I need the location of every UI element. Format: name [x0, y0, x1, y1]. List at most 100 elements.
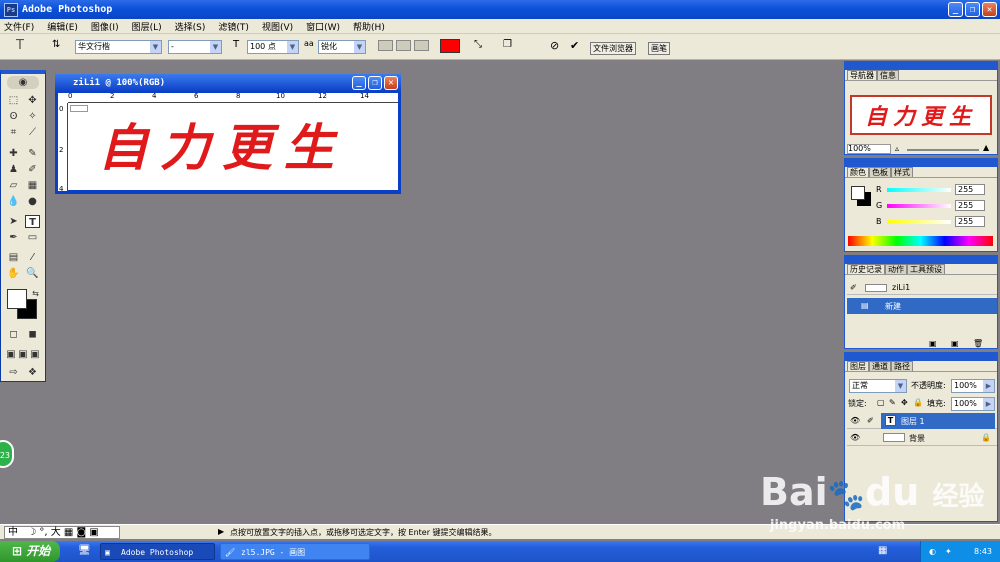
hand-tool-icon[interactable]: ✋ — [6, 267, 21, 280]
vertical-ruler[interactable]: 0 2 4 — [58, 93, 68, 193]
magic-wand-icon[interactable]: ✧ — [25, 110, 40, 123]
dodge-tool-icon[interactable]: ● — [25, 195, 40, 208]
doc-maximize-button[interactable]: ❐ — [368, 76, 382, 90]
ruler-origin[interactable] — [58, 93, 68, 103]
antialias-select[interactable]: 锐化 ▼ — [318, 40, 366, 54]
tab-file-browser[interactable]: 文件浏览器 — [590, 42, 636, 55]
zoom-tool-icon[interactable]: 🔍 — [25, 267, 40, 280]
tab-history[interactable]: 历史记录 — [847, 264, 885, 274]
g-slider[interactable] — [887, 204, 951, 208]
lock-transparent-icon[interactable]: ▢ — [877, 398, 885, 407]
r-value[interactable]: 255 — [955, 184, 985, 195]
layer-row[interactable]: 👁 背景 🔒 — [847, 430, 997, 446]
document-window[interactable]: ziLi1 @ 100%(RGB) _ ❐ ✕ 0 2 4 6 8 10 12 … — [55, 74, 401, 194]
blur-tool-icon[interactable]: 💧 — [6, 195, 21, 208]
menu-file[interactable]: 文件(F) — [4, 20, 34, 33]
menu-window[interactable]: 窗口(W) — [306, 20, 340, 33]
marquee-tool-icon[interactable]: ⬚ — [6, 94, 21, 107]
standard-mode-icon[interactable]: ◻ — [6, 328, 21, 341]
tab-tool-presets[interactable]: 工具预设 — [907, 264, 945, 274]
layer-name[interactable]: 图层 1 — [901, 416, 925, 427]
tab-color[interactable]: 颜色 — [847, 167, 869, 177]
layer-name[interactable]: 背景 — [909, 433, 925, 444]
tab-channels[interactable]: 通道 — [869, 361, 891, 371]
tab-styles[interactable]: 样式 — [891, 167, 913, 177]
crop-tool-icon[interactable]: ⌗ — [6, 126, 21, 139]
lock-position-icon[interactable]: ✥ — [901, 398, 908, 407]
menu-help[interactable]: 帮助(H) — [353, 20, 385, 33]
zoom-field[interactable]: 100% — [847, 144, 891, 154]
align-center-icon[interactable] — [396, 40, 411, 51]
clone-stamp-icon[interactable]: ♟ — [6, 163, 21, 176]
start-button[interactable]: ⊞ 开始 — [0, 541, 60, 562]
menu-edit[interactable]: 编辑(E) — [47, 20, 78, 33]
zoom-in-icon[interactable]: ▲ — [983, 143, 989, 152]
quick-mask-icon[interactable]: ◼ — [25, 328, 40, 341]
tab-swatches[interactable]: 色板 — [869, 167, 891, 177]
lasso-tool-icon[interactable]: ʘ — [6, 110, 21, 123]
foreground-color-chip[interactable] — [851, 186, 865, 200]
font-family-select[interactable]: 华文行楷 ▼ — [75, 40, 162, 54]
new-document-icon[interactable]: ▣ — [929, 339, 937, 348]
ime-mode[interactable]: 中 — [8, 527, 18, 538]
commit-edit-icon[interactable]: ✔ — [570, 39, 579, 52]
shape-tool-icon[interactable]: ▭ — [25, 231, 40, 244]
palettes-icon[interactable]: ❐ — [503, 39, 512, 50]
taskbar-task-paint[interactable]: 🖌 zl5.JPG - 画图 — [220, 543, 370, 560]
tab-brushes[interactable]: 画笔 — [648, 42, 670, 55]
screen-mode-3-icon[interactable]: ▣ — [29, 348, 41, 361]
menu-image[interactable]: 图像(I) — [91, 20, 119, 33]
menu-view[interactable]: 视图(V) — [262, 20, 293, 33]
brush-tool-icon[interactable]: ✎ — [25, 147, 40, 160]
b-slider[interactable] — [887, 220, 951, 224]
blend-mode-select[interactable]: 正常 ▼ — [849, 379, 907, 393]
screen-mode-1-icon[interactable]: ▣ — [5, 348, 17, 361]
doc-minimize-button[interactable]: _ — [352, 76, 366, 90]
document-canvas[interactable]: 自力更生 — [68, 103, 398, 190]
foreground-color-front[interactable] — [7, 289, 27, 309]
eye-icon[interactable]: 👁 — [850, 416, 860, 425]
quick-launch-icon[interactable]: 🖥 — [78, 545, 91, 556]
tray-network-icon[interactable]: ◐ — [929, 541, 936, 562]
notes-tool-icon[interactable]: ▤ — [6, 251, 21, 264]
healing-brush-icon[interactable]: ✚ — [6, 147, 21, 160]
g-value[interactable]: 255 — [955, 200, 985, 211]
ime-toolbar[interactable]: 中 ☽ °, 大 ▦ ◙ ▣ — [4, 526, 120, 539]
taskbar-task-photoshop[interactable]: ▣ Adobe Photoshop — [100, 543, 215, 560]
opacity-input[interactable]: 100% ▶ — [951, 379, 995, 393]
tab-info[interactable]: 信息 — [877, 70, 899, 80]
calligraphy-text[interactable]: 自力更生 — [98, 108, 346, 180]
gradient-tool-icon[interactable]: ▦ — [25, 179, 40, 192]
color-ramp[interactable] — [848, 236, 993, 246]
lock-all-icon[interactable]: 🔒 — [913, 398, 923, 407]
lock-image-icon[interactable]: ✎ — [889, 398, 896, 407]
menu-select[interactable]: 选择(S) — [175, 20, 206, 33]
eye-icon[interactable]: 👁 — [850, 433, 860, 442]
font-size-select[interactable]: 100 点 ▼ — [247, 40, 299, 54]
tab-navigator[interactable]: 导航器 — [847, 70, 877, 80]
ime-icons[interactable]: ☽ °, 大 ▦ ◙ ▣ — [27, 527, 99, 538]
align-left-icon[interactable] — [378, 40, 393, 51]
eraser-tool-icon[interactable]: ▱ — [6, 179, 21, 192]
zoom-out-icon[interactable]: ▵ — [895, 144, 899, 153]
menu-layer[interactable]: 图层(L) — [132, 20, 162, 33]
zoom-slider[interactable] — [907, 149, 979, 151]
trash-icon[interactable]: 🗑 — [973, 339, 983, 348]
type-tool-icon[interactable]: T — [16, 38, 24, 53]
text-orientation-icon[interactable]: ⇅ — [52, 39, 60, 50]
history-item[interactable]: ▤ 新建 — [847, 298, 997, 314]
layer-row[interactable]: 👁 ✐ T 图层 1 — [847, 413, 997, 429]
floating-badge[interactable]: 23 — [0, 440, 14, 468]
minimize-button[interactable]: _ — [948, 2, 963, 17]
keyboard-icon[interactable]: ▦ — [878, 545, 887, 556]
cancel-edit-icon[interactable]: ⊘ — [550, 39, 559, 52]
font-style-select[interactable]: - ▼ — [168, 40, 222, 54]
close-button[interactable]: ✕ — [982, 2, 997, 17]
eyedropper-icon[interactable]: ⁄ — [25, 251, 40, 264]
text-color-swatch[interactable] — [440, 39, 460, 53]
new-snapshot-icon[interactable]: ▣ — [951, 339, 959, 348]
fill-input[interactable]: 100% ▶ — [951, 397, 995, 411]
move-tool-icon[interactable]: ✥ — [25, 94, 40, 107]
tab-layers[interactable]: 图层 — [847, 361, 869, 371]
horizontal-ruler[interactable]: 0 2 4 6 8 10 12 14 — [65, 92, 398, 103]
